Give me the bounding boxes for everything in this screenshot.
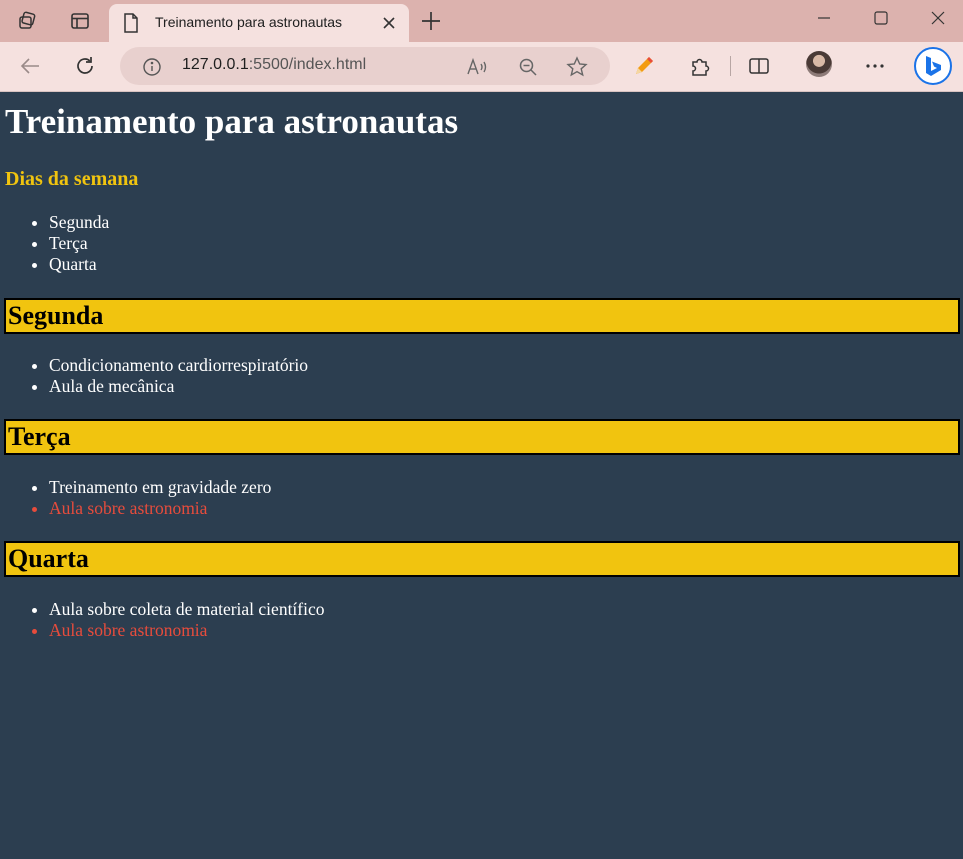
segunda-list: Condicionamento cardiorrespiratório Aula… [0, 355, 308, 397]
list-item-highlighted: Aula sobre astronomia [49, 498, 271, 519]
section-title: Terça [8, 422, 71, 451]
split-screen-icon[interactable] [747, 54, 771, 78]
list-item: Segunda [49, 212, 109, 233]
url-text[interactable]: 127.0.0.1:5500/index.html [182, 56, 366, 74]
list-item-highlighted: Aula sobre astronomia [49, 620, 325, 641]
list-item: Condicionamento cardiorrespiratório [49, 355, 308, 376]
list-item: Aula sobre coleta de material científico [49, 599, 325, 620]
toolbar-divider [730, 56, 731, 76]
zoom-out-icon[interactable] [517, 56, 539, 78]
section-heading-quarta: Quarta [4, 541, 960, 577]
tab-actions-icon[interactable] [68, 9, 92, 33]
favorite-star-icon[interactable] [566, 56, 588, 78]
browser-toolbar: 127.0.0.1:5500/index.html [0, 42, 963, 92]
pen-icon[interactable] [632, 54, 656, 78]
read-aloud-icon[interactable] [466, 56, 488, 78]
section-heading-segunda: Segunda [4, 298, 960, 334]
back-icon[interactable] [18, 54, 42, 78]
browser-titlebar: Treinamento para astronautas [0, 0, 963, 42]
maximize-icon[interactable] [858, 4, 904, 32]
url-path: :5500/index.html [248, 56, 367, 73]
page-content: Treinamento para astronautas Dias da sem… [0, 91, 963, 859]
info-icon[interactable] [142, 57, 162, 82]
window-close-icon[interactable] [915, 4, 961, 32]
page-icon [123, 13, 139, 38]
days-list: Segunda Terça Quarta [0, 212, 109, 275]
workspaces-icon[interactable] [15, 9, 39, 33]
terca-list: Treinamento em gravidade zero Aula sobre… [0, 477, 271, 519]
active-tab[interactable]: Treinamento para astronautas [109, 4, 409, 42]
plus-icon[interactable] [419, 9, 443, 33]
address-bar[interactable]: 127.0.0.1:5500/index.html [120, 47, 610, 85]
section-title: Quarta [8, 544, 89, 573]
section-heading-terca: Terça [4, 419, 960, 455]
section-title: Segunda [8, 301, 104, 330]
minimize-icon[interactable] [801, 4, 847, 32]
extensions-icon[interactable] [688, 54, 712, 78]
list-item: Treinamento em gravidade zero [49, 477, 271, 498]
list-item: Aula de mecânica [49, 376, 308, 397]
days-heading: Dias da semana [5, 168, 139, 190]
close-icon[interactable] [381, 15, 397, 31]
url-host: 127.0.0.1 [182, 56, 249, 73]
page-title: Treinamento para astronautas [5, 102, 459, 141]
quarta-list: Aula sobre coleta de material científico… [0, 599, 325, 641]
tab-title: Treinamento para astronautas [155, 14, 343, 30]
more-icon[interactable] [863, 54, 887, 78]
list-item: Quarta [49, 254, 109, 275]
bing-copilot-icon[interactable] [914, 47, 952, 85]
refresh-icon[interactable] [73, 54, 97, 78]
profile-avatar[interactable] [806, 51, 832, 77]
list-item: Terça [49, 233, 109, 254]
